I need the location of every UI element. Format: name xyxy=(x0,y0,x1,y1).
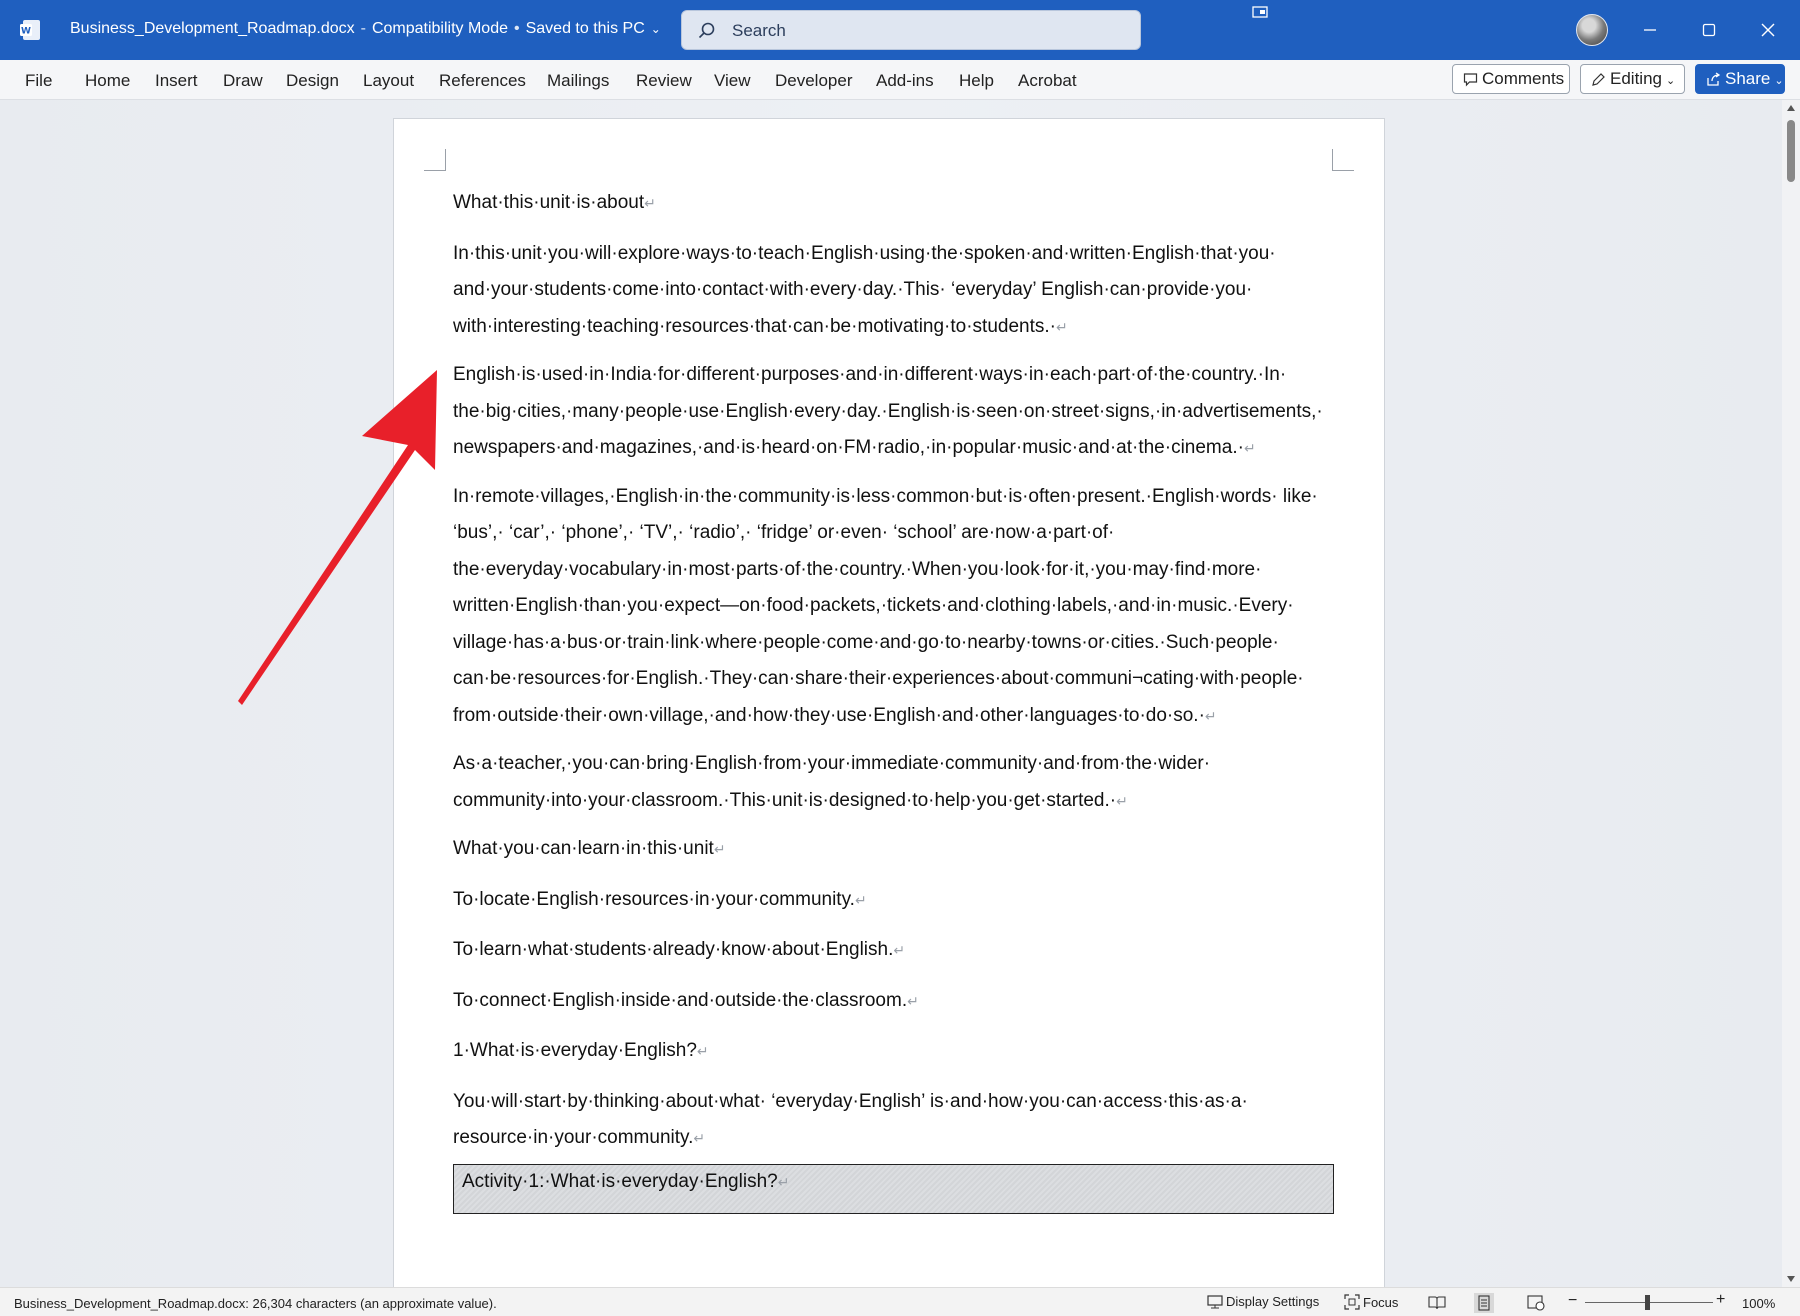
tab-developer[interactable]: Developer xyxy=(775,71,853,91)
document-canvas[interactable]: What·this·unit·is·about↵ In·this·unit·yo… xyxy=(0,100,1782,1293)
title-bar: W Business_Development_Roadmap.docx - Comp… xyxy=(0,0,1800,60)
close-button[interactable] xyxy=(1752,14,1784,46)
paragraph[interactable]: You·will·start·by·thinking·about·what· ‘… xyxy=(453,1084,1333,1157)
share-button[interactable]: Share ⌄ xyxy=(1695,64,1785,94)
list-item[interactable]: To·connect·English·inside·and·outside·th… xyxy=(453,983,1333,1020)
comments-label: Comments xyxy=(1482,69,1565,88)
search-icon xyxy=(698,22,715,39)
ribbon-tabs: File Home Insert Draw Design Layout Refe… xyxy=(0,60,1800,100)
zoom-out-icon[interactable]: − xyxy=(1568,1292,1577,1310)
search-placeholder: Search xyxy=(732,21,786,40)
editing-mode-button[interactable]: Editing ⌄ xyxy=(1580,64,1685,94)
tab-draw[interactable]: Draw xyxy=(223,71,263,91)
compat-mode: Compatibility Mode xyxy=(371,20,508,37)
document-page[interactable]: What·this·unit·is·about↵ In·this·unit·yo… xyxy=(393,118,1385,1293)
display-settings-label: Display Settings xyxy=(1226,1294,1320,1309)
document-title[interactable]: Business_Development_Roadmap.docx - Compat… xyxy=(70,20,661,38)
heading-learn[interactable]: What·you·can·learn·in·this·unit↵ xyxy=(453,831,1333,868)
close-icon xyxy=(1761,23,1775,37)
tab-add-ins[interactable]: Add-ins xyxy=(876,71,934,91)
activity-title: Activity·1:·What·is·everyday·English? xyxy=(462,1171,778,1192)
paragraph[interactable]: As·a·teacher,·you·can·bring·English·from… xyxy=(453,746,1333,819)
tab-acrobat[interactable]: Acrobat xyxy=(1018,71,1077,91)
chevron-down-icon: ⌄ xyxy=(650,22,661,36)
focus-icon xyxy=(1344,1294,1360,1310)
red-arrow-annotation xyxy=(238,370,437,705)
minimize-icon xyxy=(1644,29,1656,31)
status-bar: Business_Development_Roadmap.docx: 26,30… xyxy=(0,1287,1800,1316)
svg-text:W: W xyxy=(21,27,31,37)
display-settings-button[interactable]: Display Settings xyxy=(1207,1294,1319,1309)
scroll-up-icon[interactable] xyxy=(1786,104,1796,112)
word-count-status[interactable]: Business_Development_Roadmap.docx: 26,30… xyxy=(14,1296,497,1311)
tab-references[interactable]: References xyxy=(439,71,526,91)
focus-button[interactable]: Focus xyxy=(1344,1294,1398,1310)
margin-corner-mark xyxy=(424,149,446,171)
pencil-icon xyxy=(1592,73,1605,86)
heading-unit-about[interactable]: What·this·unit·is·about↵ xyxy=(453,185,1333,222)
list-item[interactable]: To·locate·English·resources·in·your·comm… xyxy=(453,882,1333,919)
list-item[interactable]: To·learn·what·students·already·know·abou… xyxy=(453,932,1333,969)
tab-insert[interactable]: Insert xyxy=(155,71,198,91)
maximize-icon xyxy=(1702,23,1716,37)
tab-layout[interactable]: Layout xyxy=(363,71,414,91)
paragraph[interactable]: English·is·used·in·India·for·different·p… xyxy=(453,357,1333,467)
search-box[interactable]: Search xyxy=(681,10,1141,50)
zoom-level[interactable]: 100% xyxy=(1742,1296,1775,1311)
tab-review[interactable]: Review xyxy=(636,71,692,91)
editing-label: Editing xyxy=(1610,69,1662,88)
tab-file[interactable]: File xyxy=(25,71,52,91)
coauthor-icon[interactable] xyxy=(1252,6,1268,18)
doc-name: Business_Development_Roadmap.docx xyxy=(70,20,355,37)
scroll-thumb[interactable] xyxy=(1787,120,1795,182)
chevron-down-icon: ⌄ xyxy=(1774,75,1784,87)
paragraph[interactable]: In·remote·villages,·English·in·the·commu… xyxy=(453,479,1333,735)
document-body[interactable]: What·this·unit·is·about↵ In·this·unit·yo… xyxy=(453,185,1333,1169)
tab-design[interactable]: Design xyxy=(286,71,339,91)
vertical-scrollbar[interactable] xyxy=(1782,100,1800,1287)
focus-label: Focus xyxy=(1363,1295,1399,1310)
maximize-button[interactable] xyxy=(1693,14,1725,46)
heading-everyday-english[interactable]: 1·What·is·everyday·English?↵ xyxy=(453,1033,1333,1070)
web-layout-icon[interactable] xyxy=(1527,1295,1545,1311)
share-label: Share xyxy=(1725,69,1771,88)
comments-button[interactable]: Comments xyxy=(1452,64,1570,94)
scroll-down-icon[interactable] xyxy=(1786,1275,1796,1283)
zoom-slider-thumb[interactable] xyxy=(1645,1295,1650,1310)
chevron-down-icon: ⌄ xyxy=(1665,75,1676,87)
tab-mailings[interactable]: Mailings xyxy=(547,71,609,91)
zoom-in-icon[interactable]: + xyxy=(1716,1291,1725,1309)
read-mode-icon[interactable] xyxy=(1428,1295,1446,1310)
share-icon xyxy=(1707,72,1721,86)
tab-home[interactable]: Home xyxy=(85,71,130,91)
minimize-button[interactable] xyxy=(1634,14,1666,46)
tab-view[interactable]: View xyxy=(714,71,751,91)
activity-box[interactable]: Activity·1:·What·is·everyday·English?↵ xyxy=(453,1164,1334,1214)
word-app-icon[interactable]: W xyxy=(18,18,42,42)
tab-help[interactable]: Help xyxy=(959,71,994,91)
paragraph[interactable]: In·this·unit·you·will·explore·ways·to·te… xyxy=(453,236,1333,346)
avatar[interactable] xyxy=(1576,14,1608,46)
monitor-icon xyxy=(1207,1295,1223,1309)
comment-icon xyxy=(1463,73,1478,87)
save-status: Saved to this PC xyxy=(525,20,645,37)
print-layout-icon[interactable] xyxy=(1474,1293,1494,1313)
margin-corner-mark xyxy=(1332,149,1354,171)
